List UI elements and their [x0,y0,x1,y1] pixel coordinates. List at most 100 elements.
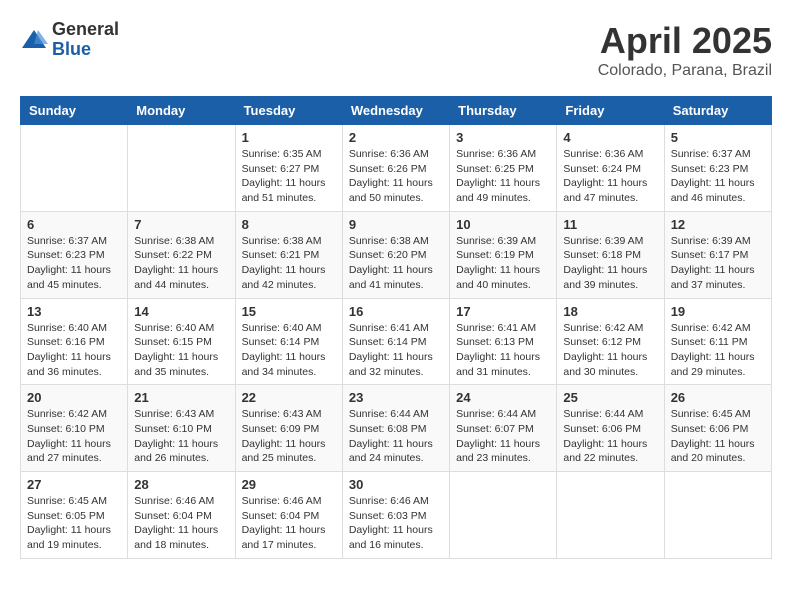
day-info: Sunrise: 6:38 AM Sunset: 6:22 PM Dayligh… [134,234,228,293]
day-number: 22 [242,390,336,405]
day-info: Sunrise: 6:41 AM Sunset: 6:14 PM Dayligh… [349,321,443,380]
calendar-week-row: 20 Sunrise: 6:42 AM Sunset: 6:10 PM Dayli… [21,385,772,472]
calendar-cell: 11 Sunrise: 6:39 AM Sunset: 6:18 PM Dayli… [557,211,664,298]
day-number: 12 [671,217,765,232]
day-info: Sunrise: 6:46 AM Sunset: 6:03 PM Dayligh… [349,494,443,553]
calendar-table: SundayMondayTuesdayWednesdayThursdayFrid… [20,96,772,559]
day-info: Sunrise: 6:41 AM Sunset: 6:13 PM Dayligh… [456,321,550,380]
day-info: Sunrise: 6:44 AM Sunset: 6:06 PM Dayligh… [563,407,657,466]
calendar-cell: 15Sunrise: 6:40 AM Sunset: 6:14 PM Dayli… [235,298,342,385]
day-number: 10 [456,217,550,232]
calendar-cell: 7 Sunrise: 6:38 AM Sunset: 6:22 PM Daylig… [128,211,235,298]
calendar-cell: 24 Sunrise: 6:44 AM Sunset: 6:07 PM Dayli… [450,385,557,472]
day-info: Sunrise: 6:43 AM Sunset: 6:10 PM Dayligh… [134,407,228,466]
day-info: Sunrise: 6:39 AM Sunset: 6:17 PM Dayligh… [671,234,765,293]
day-info: Sunrise: 6:39 AM Sunset: 6:19 PM Dayligh… [456,234,550,293]
day-info: Sunrise: 6:40 AM Sunset: 6:16 PM Dayligh… [27,321,121,380]
calendar-cell: 9 Sunrise: 6:38 AM Sunset: 6:20 PM Daylig… [342,211,449,298]
calendar-cell [557,472,664,559]
calendar-week-row: 6 Sunrise: 6:37 AM Sunset: 6:23 PM Daylig… [21,211,772,298]
calendar-week-row: 1Sunrise: 6:35 AM Sunset: 6:27 PM Daylig… [21,125,772,212]
day-info: Sunrise: 6:39 AM Sunset: 6:18 PM Dayligh… [563,234,657,293]
day-number: 29 [242,477,336,492]
day-info: Sunrise: 6:37 AM Sunset: 6:23 PM Dayligh… [27,234,121,293]
day-number: 28 [134,477,228,492]
day-info: Sunrise: 6:36 AM Sunset: 6:24 PM Dayligh… [563,147,657,206]
calendar-cell [21,125,128,212]
day-number: 16 [349,304,443,319]
day-info: Sunrise: 6:44 AM Sunset: 6:08 PM Dayligh… [349,407,443,466]
day-number: 3 [456,130,550,145]
calendar-cell: 16 Sunrise: 6:41 AM Sunset: 6:14 PM Dayli… [342,298,449,385]
weekday-header: Tuesday [235,97,342,125]
calendar-cell: 26 Sunrise: 6:45 AM Sunset: 6:06 PM Dayli… [664,385,771,472]
calendar-cell [664,472,771,559]
day-number: 24 [456,390,550,405]
day-number: 9 [349,217,443,232]
day-number: 7 [134,217,228,232]
day-info: Sunrise: 6:42 AM Sunset: 6:11 PM Dayligh… [671,321,765,380]
day-number: 2 [349,130,443,145]
title-block: April 2025 Colorado, Parana, Brazil [598,20,772,80]
day-info: Sunrise: 6:36 AM Sunset: 6:25 PM Dayligh… [456,147,550,206]
day-info: Sunrise: 6:40 AM Sunset: 6:14 PM Dayligh… [242,321,336,380]
calendar-cell: 23 Sunrise: 6:44 AM Sunset: 6:08 PM Dayli… [342,385,449,472]
day-number: 25 [563,390,657,405]
day-info: Sunrise: 6:42 AM Sunset: 6:10 PM Dayligh… [27,407,121,466]
month-title: April 2025 [598,20,772,62]
calendar-week-row: 27 Sunrise: 6:45 AM Sunset: 6:05 PM Dayli… [21,472,772,559]
day-number: 30 [349,477,443,492]
day-info: Sunrise: 6:46 AM Sunset: 6:04 PM Dayligh… [242,494,336,553]
day-number: 1 [242,130,336,145]
day-info: Sunrise: 6:45 AM Sunset: 6:06 PM Dayligh… [671,407,765,466]
day-info: Sunrise: 6:38 AM Sunset: 6:20 PM Dayligh… [349,234,443,293]
day-number: 23 [349,390,443,405]
calendar-cell: 27 Sunrise: 6:45 AM Sunset: 6:05 PM Dayli… [21,472,128,559]
calendar-cell: 4 Sunrise: 6:36 AM Sunset: 6:24 PM Daylig… [557,125,664,212]
logo-icon [20,26,48,54]
calendar-cell [450,472,557,559]
day-info: Sunrise: 6:40 AM Sunset: 6:15 PM Dayligh… [134,321,228,380]
day-number: 20 [27,390,121,405]
day-number: 17 [456,304,550,319]
day-number: 11 [563,217,657,232]
day-number: 5 [671,130,765,145]
day-info: Sunrise: 6:36 AM Sunset: 6:26 PM Dayligh… [349,147,443,206]
day-info: Sunrise: 6:42 AM Sunset: 6:12 PM Dayligh… [563,321,657,380]
day-number: 19 [671,304,765,319]
day-number: 4 [563,130,657,145]
calendar-cell: 18Sunrise: 6:42 AM Sunset: 6:12 PM Dayli… [557,298,664,385]
weekday-header: Wednesday [342,97,449,125]
calendar-week-row: 13 Sunrise: 6:40 AM Sunset: 6:16 PM Dayli… [21,298,772,385]
calendar-cell: 29 Sunrise: 6:46 AM Sunset: 6:04 PM Dayli… [235,472,342,559]
logo-blue: Blue [52,40,119,60]
day-info: Sunrise: 6:46 AM Sunset: 6:04 PM Dayligh… [134,494,228,553]
weekday-header: Saturday [664,97,771,125]
weekday-header: Friday [557,97,664,125]
logo-general: General [52,20,119,40]
calendar-cell: 12 Sunrise: 6:39 AM Sunset: 6:17 PM Dayli… [664,211,771,298]
calendar-cell: 21Sunrise: 6:43 AM Sunset: 6:10 PM Dayli… [128,385,235,472]
calendar-cell: 8Sunrise: 6:38 AM Sunset: 6:21 PM Daylig… [235,211,342,298]
logo: General Blue [20,20,119,60]
calendar-cell: 25 Sunrise: 6:44 AM Sunset: 6:06 PM Dayli… [557,385,664,472]
day-info: Sunrise: 6:44 AM Sunset: 6:07 PM Dayligh… [456,407,550,466]
page-header: General Blue April 2025 Colorado, Parana… [20,20,772,80]
weekday-header: Thursday [450,97,557,125]
day-number: 13 [27,304,121,319]
calendar-cell: 17 Sunrise: 6:41 AM Sunset: 6:13 PM Dayli… [450,298,557,385]
calendar-cell: 28 Sunrise: 6:46 AM Sunset: 6:04 PM Dayli… [128,472,235,559]
calendar-cell: 30 Sunrise: 6:46 AM Sunset: 6:03 PM Dayli… [342,472,449,559]
day-number: 27 [27,477,121,492]
day-info: Sunrise: 6:45 AM Sunset: 6:05 PM Dayligh… [27,494,121,553]
day-info: Sunrise: 6:38 AM Sunset: 6:21 PM Dayligh… [242,234,336,293]
day-number: 14 [134,304,228,319]
calendar-cell: 14 Sunrise: 6:40 AM Sunset: 6:15 PM Dayli… [128,298,235,385]
day-info: Sunrise: 6:37 AM Sunset: 6:23 PM Dayligh… [671,147,765,206]
day-number: 26 [671,390,765,405]
weekday-header: Sunday [21,97,128,125]
calendar-cell: 22Sunrise: 6:43 AM Sunset: 6:09 PM Dayli… [235,385,342,472]
day-number: 6 [27,217,121,232]
calendar-cell: 6 Sunrise: 6:37 AM Sunset: 6:23 PM Daylig… [21,211,128,298]
calendar-cell: 5 Sunrise: 6:37 AM Sunset: 6:23 PM Daylig… [664,125,771,212]
